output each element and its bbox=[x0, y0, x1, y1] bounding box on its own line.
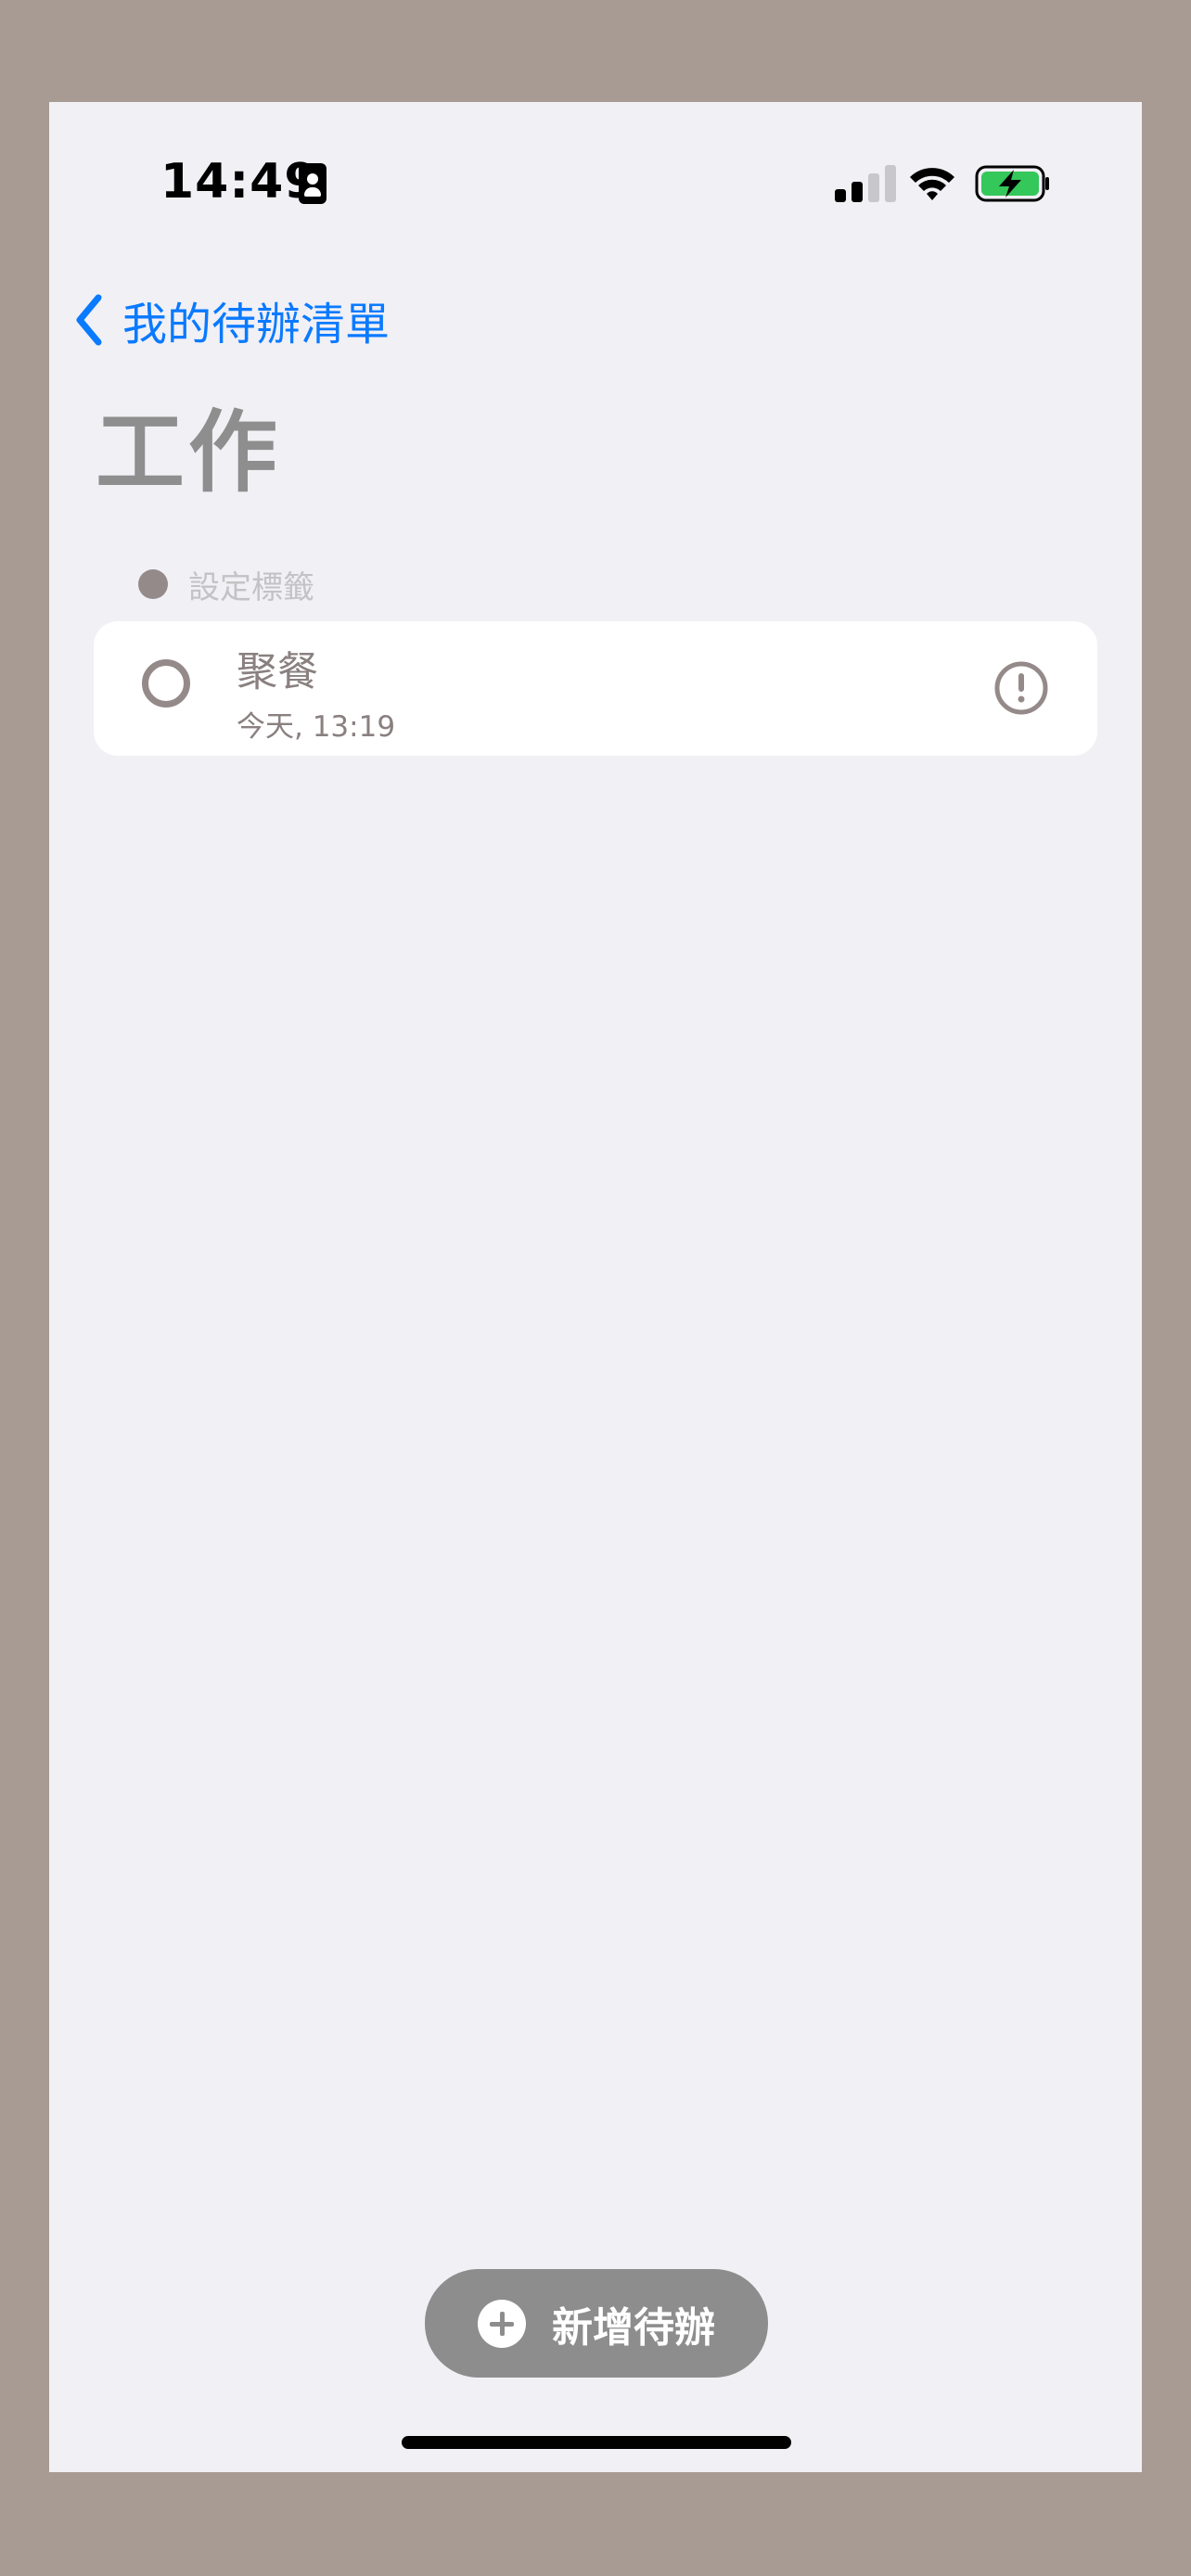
status-time: 14:49 bbox=[160, 154, 319, 210]
battery-charging-icon bbox=[975, 165, 1049, 202]
complete-circle-icon[interactable] bbox=[142, 659, 190, 708]
back-button-label: 我的待辦清單 bbox=[122, 299, 391, 351]
set-tag-label: 設定標籤 bbox=[188, 568, 314, 606]
todo-item[interactable]: 聚餐 今天, 13:19 bbox=[94, 621, 1097, 756]
add-todo-button[interactable]: 新增待辦 bbox=[425, 2269, 768, 2378]
home-indicator[interactable] bbox=[402, 2436, 791, 2449]
tag-color-dot-icon bbox=[138, 569, 168, 599]
back-button[interactable]: 我的待辦清單 bbox=[72, 278, 390, 362]
chevron-left-icon bbox=[76, 294, 102, 346]
set-tag-button[interactable]: 設定標籤 bbox=[138, 556, 314, 612]
cellular-signal-icon bbox=[835, 165, 896, 202]
exclamation-circle-icon[interactable] bbox=[993, 660, 1049, 716]
add-todo-label: 新增待辦 bbox=[552, 2303, 715, 2352]
id-badge-icon bbox=[299, 163, 327, 204]
plus-circle-icon bbox=[478, 2299, 526, 2348]
wifi-icon bbox=[910, 168, 954, 200]
todo-due-date: 今天, 13:19 bbox=[237, 710, 396, 744]
page-title: 工作 bbox=[96, 401, 281, 504]
phone-screen: 14:49 我的待辦清單 工作 設定標籤 聚餐 今天, 13:19 新增待辦 bbox=[49, 102, 1142, 2472]
todo-title: 聚餐 bbox=[237, 648, 318, 695]
